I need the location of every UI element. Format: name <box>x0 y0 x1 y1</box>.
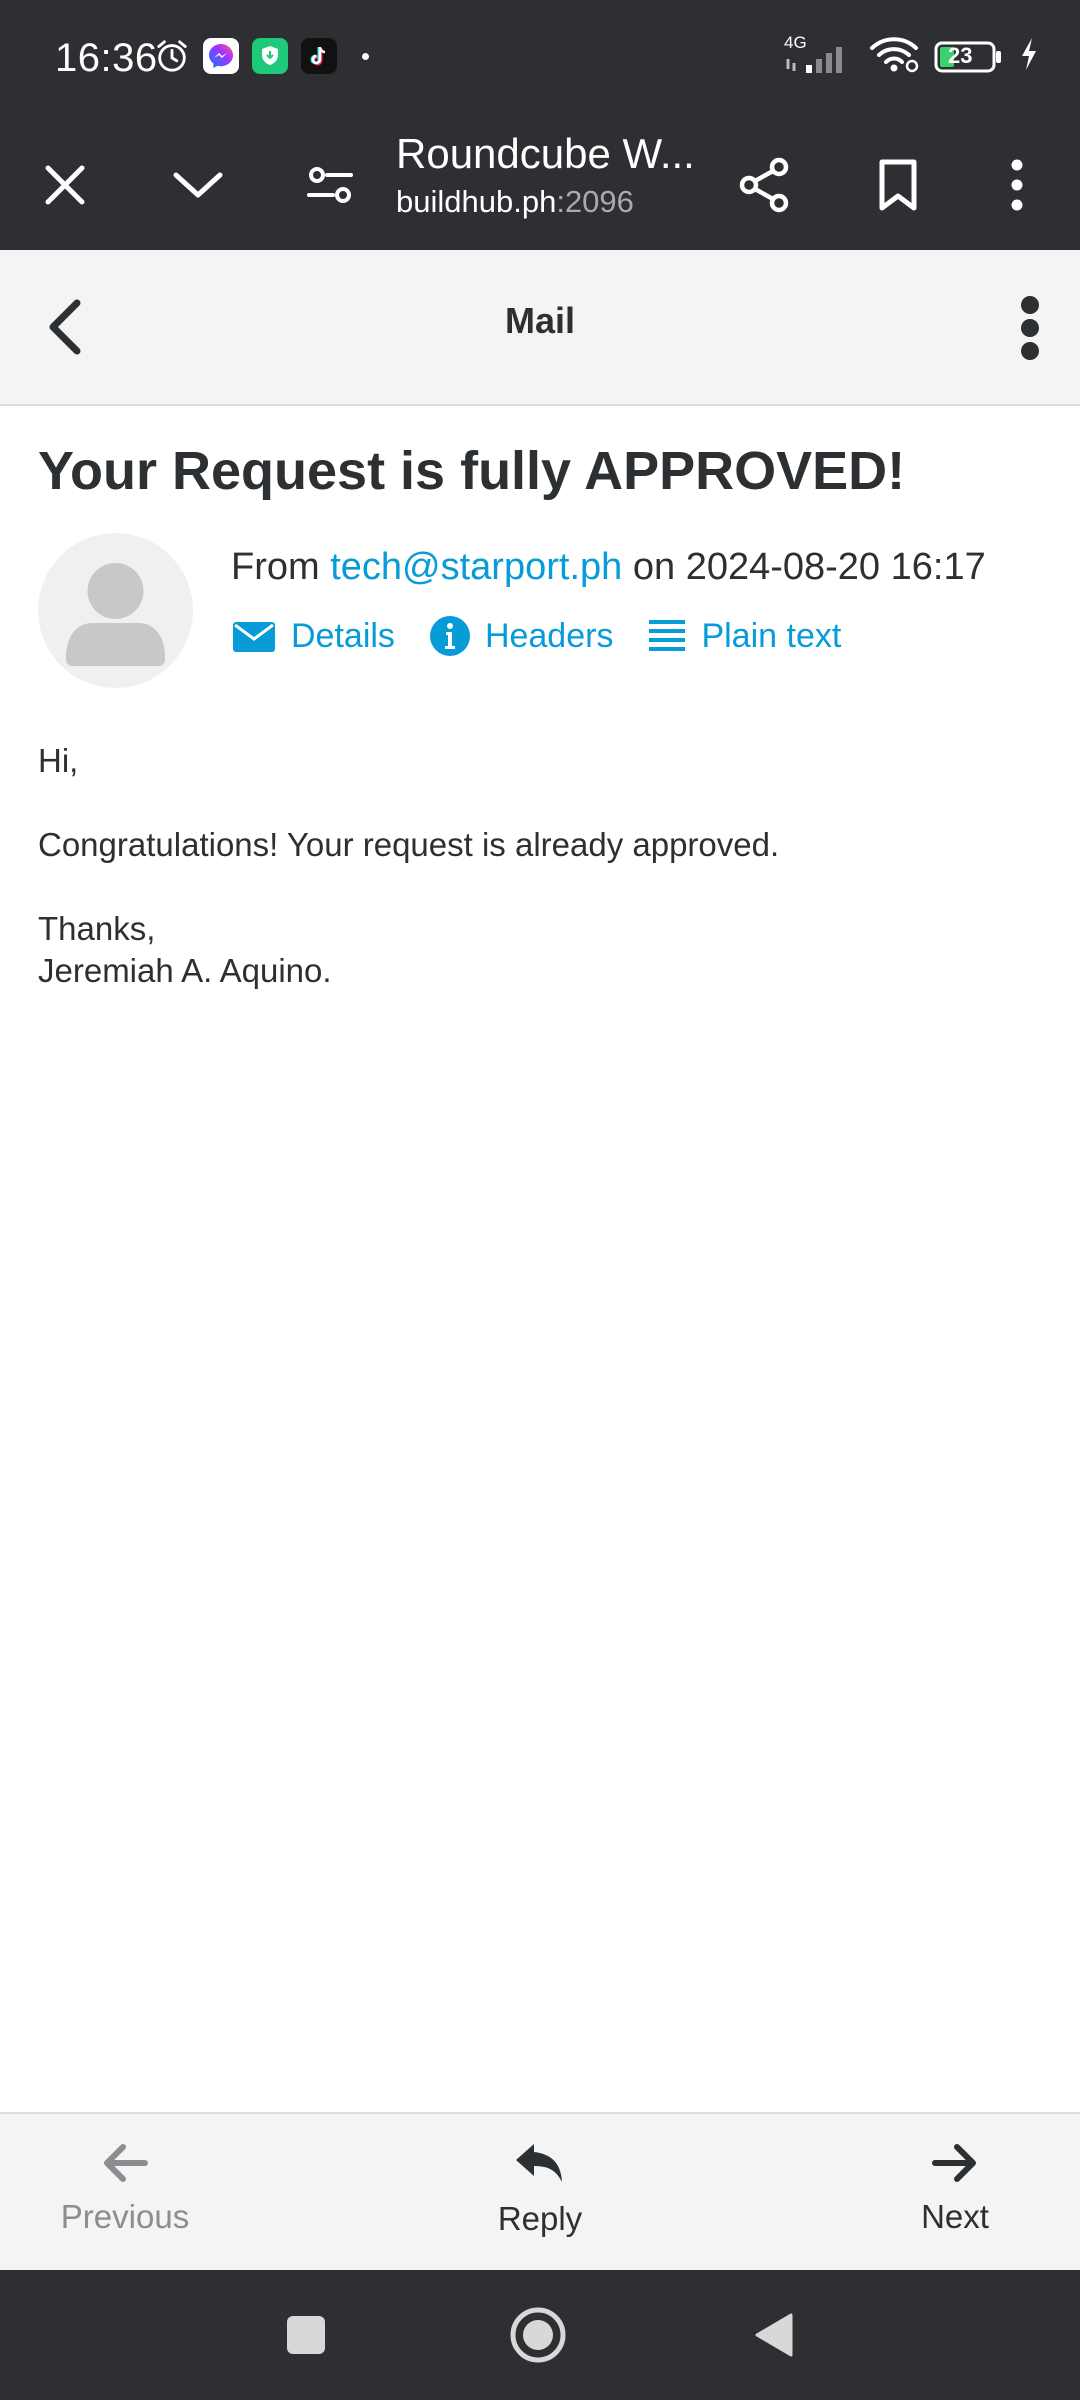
system-icons: 4G 23 <box>784 33 1040 79</box>
body-text: Congratulations! Your request is already… <box>38 826 780 863</box>
wifi-icon <box>868 34 920 79</box>
site-settings-icon <box>307 167 353 203</box>
envelope-icon <box>233 622 275 652</box>
person-icon <box>66 563 165 666</box>
previous-label: Previous <box>60 2198 190 2235</box>
message-subject: Your Request is fully APPROVED! <box>38 441 906 501</box>
home-button[interactable] <box>508 2305 568 2365</box>
recents-button[interactable] <box>276 2305 336 2365</box>
battery-level: 23 <box>948 42 973 68</box>
browser-toolbar: Roundcube W... buildhub.ph:2096 <box>0 120 1080 250</box>
message-body: Hi, Congratulations! Your request is alr… <box>38 740 779 992</box>
headers-link[interactable]: Headers <box>429 615 614 657</box>
status-time: 16:36 <box>55 36 158 80</box>
sender-line: From tech@starport.ph on 2024-08-20 16:1… <box>231 546 986 589</box>
back-triangle-icon <box>755 2313 793 2357</box>
plain-text-link[interactable]: Plain text <box>647 616 841 656</box>
bookmark-button[interactable] <box>863 150 933 220</box>
reply-icon <box>516 2144 562 2182</box>
page-url[interactable]: buildhub.ph:2096 <box>396 182 634 222</box>
previous-button[interactable]: Previous <box>25 2142 225 2236</box>
alarm-icon <box>154 38 190 74</box>
recents-square-icon <box>287 2316 325 2354</box>
info-icon <box>429 616 470 656</box>
site-settings-button[interactable] <box>295 150 365 220</box>
mail-more-button[interactable] <box>1000 288 1060 368</box>
body-greeting: Hi, <box>38 742 79 779</box>
headers-label: Headers <box>484 616 614 655</box>
home-circle-icon <box>510 2307 566 2363</box>
more-notifications-dot <box>362 52 369 60</box>
sender-email-link[interactable]: tech@starport.ph <box>330 546 622 588</box>
plain-text-label: Plain text <box>701 616 842 655</box>
vpn-shield-icon <box>252 38 288 74</box>
minimize-button[interactable] <box>163 150 233 220</box>
message-navigation-toolbar: Previous Reply Next <box>0 2112 1080 2270</box>
arrow-right-icon <box>932 2144 976 2182</box>
battery-icon: 23 <box>934 40 1004 74</box>
overflow-menu-icon <box>1011 159 1023 211</box>
system-navigation-bar <box>0 2270 1080 2400</box>
tiktok-icon <box>301 38 337 74</box>
next-label: Next <box>921 2198 989 2235</box>
share-button[interactable] <box>730 150 800 220</box>
details-link[interactable]: Details <box>231 617 395 656</box>
close-tab-button[interactable] <box>30 150 100 220</box>
sender-avatar <box>38 533 193 688</box>
system-back-button[interactable] <box>744 2305 804 2365</box>
mail-header-title: Mail <box>504 300 575 341</box>
more-vertical-icon <box>1021 296 1039 360</box>
date-prefix: on <box>632 546 676 588</box>
status-bar: 16:36 4G 23 <box>0 0 1080 120</box>
page-title[interactable]: Roundcube W... <box>396 124 695 184</box>
body-closing: Thanks, <box>38 910 156 947</box>
bookmark-icon <box>879 159 917 211</box>
signal-icon: 4G <box>784 33 854 77</box>
close-icon <box>45 165 85 205</box>
reply-label: Reply <box>497 2200 583 2237</box>
mail-header: Mail <box>0 250 1080 406</box>
details-label: Details <box>291 616 395 655</box>
message-date: 2024-08-20 16:17 <box>685 546 986 588</box>
next-button[interactable]: Next <box>855 2142 1055 2236</box>
from-prefix: From <box>231 546 320 588</box>
text-lines-icon <box>649 620 686 651</box>
messenger-icon <box>203 38 239 74</box>
share-icon <box>739 157 789 213</box>
chevron-down-icon <box>173 172 223 198</box>
url-host: buildhub.ph <box>396 184 557 219</box>
notification-icons <box>154 38 369 74</box>
charging-icon <box>1018 36 1040 77</box>
reply-button[interactable]: Reply <box>440 2142 640 2238</box>
body-signature: Jeremiah A. Aquino. <box>38 952 332 989</box>
url-port: :2096 <box>556 184 634 219</box>
message-actions: Details Headers Plain text <box>231 615 875 657</box>
browser-menu-button[interactable] <box>982 150 1052 220</box>
arrow-left-icon <box>104 2144 148 2182</box>
